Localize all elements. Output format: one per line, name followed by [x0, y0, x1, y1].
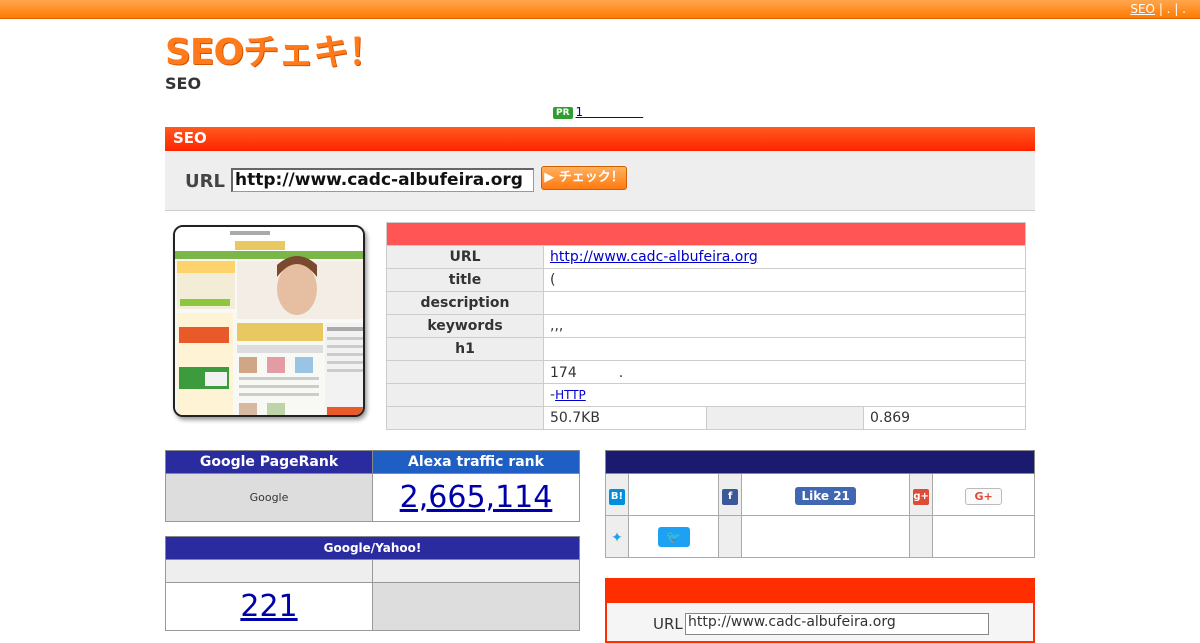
- pr-link-underline[interactable]: [583, 105, 643, 119]
- google-plus-button[interactable]: G+: [965, 487, 1002, 505]
- facebook-like-cell: Like 21: [741, 473, 911, 516]
- table-row: 50.7KB 0.869: [386, 406, 1026, 430]
- rank-table: Google PageRank Alexa traffic rank Googl…: [165, 450, 580, 522]
- empty-icon-cell: [718, 515, 743, 558]
- top-bar: SEO | . | .: [0, 0, 1200, 19]
- row-key-7: [386, 406, 544, 430]
- row-value-description: [543, 291, 1026, 315]
- gplus-button-cell: G+: [932, 473, 1035, 516]
- table-row: description: [386, 291, 1026, 315]
- row-value-6: -HTTP: [543, 383, 1026, 407]
- bottom-form-panel: URL http://www.cadc-albufeira.org: [605, 603, 1035, 643]
- row-key-description: description: [386, 291, 544, 315]
- hatena-count-cell: [627, 473, 720, 516]
- twitter-button[interactable]: 🐦: [657, 527, 690, 547]
- gplus-icon-cell: g+: [909, 473, 934, 516]
- alexa-rank-link[interactable]: 2,665,114: [400, 480, 553, 515]
- seo-section-header: SEO: [165, 127, 1035, 151]
- pr-area: PR 1: [553, 103, 643, 120]
- topbar-seo-link[interactable]: SEO: [1130, 2, 1155, 16]
- google-count-link[interactable]: 221: [240, 589, 297, 624]
- empty-cell-2: [932, 515, 1035, 558]
- row-key-5: [386, 360, 544, 384]
- yahoo-label: [372, 559, 580, 583]
- page-size-value: 50.7KB: [543, 406, 707, 430]
- alexa-header: Alexa traffic rank: [372, 450, 580, 474]
- hatena-icon: B!: [609, 489, 625, 505]
- row-key-h1: h1: [386, 337, 544, 361]
- row-value-keywords: ,,,: [543, 314, 1026, 338]
- table-row: h1: [386, 337, 1026, 361]
- twitter-button-cell: 🐦: [627, 515, 720, 558]
- row-value-h1: [543, 337, 1026, 361]
- empty-cell: [741, 515, 911, 558]
- facebook-icon-cell: f: [718, 473, 743, 516]
- row-value-title: (: [543, 268, 1026, 292]
- check-button[interactable]: ▶ チェック！: [541, 166, 627, 190]
- yahoo-count-cell: [372, 582, 580, 631]
- twitter-icon-cell: ✦: [605, 515, 629, 558]
- table-row: title (: [386, 268, 1026, 292]
- load-time-value: 0.869: [863, 406, 1026, 430]
- site-url-link[interactable]: http://www.cadc-albufeira.org: [550, 249, 758, 265]
- bottom-url-input[interactable]: http://www.cadc-albufeira.org: [685, 613, 989, 635]
- table-row: keywords ,,,: [386, 314, 1026, 338]
- alexa-value-cell: 2,665,114: [372, 473, 580, 522]
- pagerank-value: Google: [165, 473, 373, 522]
- row-value-5: 174 .: [543, 360, 1026, 384]
- row-key-url: URL: [386, 245, 544, 269]
- http-link[interactable]: HTTP: [555, 388, 586, 402]
- table-row: URL http://www.cadc-albufeira.org: [386, 245, 1026, 269]
- table-row: 174 .: [386, 360, 1026, 384]
- social-header: [605, 450, 1035, 474]
- row-key-title: title: [386, 268, 544, 292]
- site-info-header: [386, 222, 1026, 246]
- facebook-icon: f: [722, 489, 739, 505]
- twitter-icon: ✦: [611, 530, 623, 546]
- social-table: B! f Like 21 g+ G+ ✦ 🐦: [605, 450, 1035, 558]
- logo-subtitle: SEO: [165, 74, 202, 93]
- bottom-section-header: [605, 578, 1035, 603]
- row-key-keywords: keywords: [386, 314, 544, 338]
- site-thumbnail: [173, 225, 365, 417]
- site-info-table: URL http://www.cadc-albufeira.org title …: [386, 222, 1026, 430]
- hatena-icon-cell: B!: [605, 473, 629, 516]
- pr-badge: PR: [553, 107, 573, 119]
- site-logo[interactable]: SEOチェキ！: [165, 33, 384, 73]
- bottom-url-label: URL: [653, 615, 683, 633]
- google-yahoo-table: Google/Yahoo! 221: [165, 536, 580, 631]
- url-label: URL: [185, 171, 225, 192]
- facebook-like-button[interactable]: Like 21: [795, 486, 856, 505]
- google-count-cell: 221: [165, 582, 373, 631]
- url-input[interactable]: http://www.cadc-albufeira.org: [231, 168, 534, 192]
- topbar-links: SEO | . | .: [1130, 2, 1186, 16]
- url-form-panel: URL http://www.cadc-albufeira.org ▶ チェック…: [165, 151, 1035, 211]
- thumbnail-image: [175, 227, 363, 415]
- load-time-label: [706, 406, 864, 430]
- google-plus-icon: g+: [913, 489, 930, 505]
- pagerank-header: Google PageRank: [165, 450, 373, 474]
- table-row: -HTTP: [386, 383, 1026, 407]
- google-yahoo-header: Google/Yahoo!: [165, 536, 580, 560]
- google-label: [165, 559, 373, 583]
- row-value-url: http://www.cadc-albufeira.org: [543, 245, 1026, 269]
- topbar-separators: | . | .: [1158, 2, 1186, 16]
- row-key-6: [386, 383, 544, 407]
- empty-icon-cell-2: [909, 515, 934, 558]
